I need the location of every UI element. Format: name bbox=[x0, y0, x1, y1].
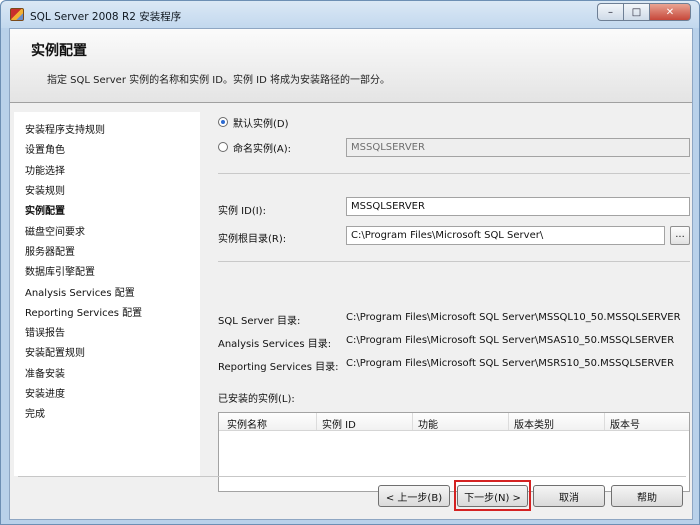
instance-root-input[interactable]: C:\Program Files\Microsoft SQL Server\ bbox=[346, 226, 665, 245]
column-edition[interactable]: 版本类别 bbox=[514, 416, 554, 431]
named-instance-input[interactable]: MSSQLSERVER bbox=[346, 138, 690, 157]
nav-step-complete[interactable]: 完成 bbox=[25, 405, 45, 420]
column-divider bbox=[412, 413, 413, 430]
nav-step-server-configuration[interactable]: 服务器配置 bbox=[25, 243, 75, 258]
sql-server-dir-label: SQL Server 目录: bbox=[218, 316, 301, 327]
browse-button[interactable]: ... bbox=[670, 226, 690, 245]
nav-step-feature-selection[interactable]: 功能选择 bbox=[25, 162, 65, 177]
page-description: 指定 SQL Server 实例的名称和实例 ID。实例 ID 将成为安装路径的… bbox=[47, 75, 390, 86]
named-instance-label: 命名实例(A): bbox=[233, 144, 292, 155]
separator bbox=[218, 261, 690, 262]
nav-step-reporting-services[interactable]: Reporting Services 配置 bbox=[25, 304, 142, 319]
analysis-services-dir-value: C:\Program Files\Microsoft SQL Server\MS… bbox=[346, 335, 675, 346]
back-button[interactable]: < 上一步(B) bbox=[378, 485, 450, 507]
page-header: 实例配置 指定 SQL Server 实例的名称和实例 ID。实例 ID 将成为… bbox=[10, 29, 692, 103]
reporting-services-dir-label: Reporting Services 目录: bbox=[218, 362, 339, 373]
nav-step-installation-rules[interactable]: 安装规则 bbox=[25, 182, 65, 197]
page-title: 实例配置 bbox=[31, 43, 87, 59]
cancel-button[interactable]: 取消 bbox=[533, 485, 605, 507]
table-header: 实例名称 实例 ID 功能 版本类别 版本号 bbox=[219, 413, 689, 431]
nav-step-setup-role[interactable]: 设置角色 bbox=[25, 141, 65, 156]
default-instance-label: 默认实例(D) bbox=[233, 119, 289, 130]
nav-step-error-reporting[interactable]: 错误报告 bbox=[25, 324, 65, 339]
installed-instances-label: 已安装的实例(L): bbox=[218, 394, 295, 405]
column-instance-name[interactable]: 实例名称 bbox=[227, 416, 267, 431]
column-version[interactable]: 版本号 bbox=[610, 416, 640, 431]
sql-server-app-icon bbox=[10, 8, 24, 21]
step-navigation: 安装程序支持规则 设置角色 功能选择 安装规则 实例配置 磁盘空间要求 服务器配… bbox=[14, 112, 200, 476]
column-divider bbox=[508, 413, 509, 430]
column-divider bbox=[316, 413, 317, 430]
nav-step-setup-support-rules[interactable]: 安装程序支持规则 bbox=[25, 121, 105, 136]
next-button[interactable]: 下一步(N) > bbox=[457, 485, 528, 507]
instance-id-input[interactable]: MSSQLSERVER bbox=[346, 197, 690, 216]
footer-separator bbox=[18, 476, 686, 477]
nav-step-analysis-services[interactable]: Analysis Services 配置 bbox=[25, 284, 135, 299]
analysis-services-dir-label: Analysis Services 目录: bbox=[218, 339, 332, 350]
nav-step-instance-configuration[interactable]: 实例配置 bbox=[25, 202, 65, 217]
column-divider bbox=[604, 413, 605, 430]
nav-step-progress[interactable]: 安装进度 bbox=[25, 385, 65, 400]
nav-step-disk-space[interactable]: 磁盘空间要求 bbox=[25, 223, 85, 238]
nav-step-ready-to-install[interactable]: 准备安装 bbox=[25, 365, 65, 380]
named-instance-radio[interactable] bbox=[218, 142, 228, 152]
column-instance-id[interactable]: 实例 ID bbox=[322, 416, 356, 431]
close-button[interactable]: ✕ bbox=[649, 3, 691, 21]
nav-step-config-rules[interactable]: 安装配置规则 bbox=[25, 344, 85, 359]
nav-step-database-engine[interactable]: 数据库引擎配置 bbox=[25, 263, 95, 278]
maximize-button[interactable]: □ bbox=[623, 3, 649, 21]
help-button[interactable]: 帮助 bbox=[611, 485, 683, 507]
separator bbox=[218, 173, 690, 174]
default-instance-radio[interactable] bbox=[218, 117, 228, 127]
installer-window: SQL Server 2008 R2 安装程序 – □ ✕ 实例配置 指定 SQ… bbox=[0, 0, 700, 525]
instance-config-panel: 默认实例(D) 命名实例(A): MSSQLSERVER 实例 ID(I): M… bbox=[202, 106, 690, 492]
instance-id-label: 实例 ID(I): bbox=[218, 206, 266, 217]
instance-root-label: 实例根目录(R): bbox=[218, 234, 287, 245]
window-title: SQL Server 2008 R2 安装程序 bbox=[30, 11, 182, 23]
minimize-button[interactable]: – bbox=[597, 3, 623, 21]
column-features[interactable]: 功能 bbox=[418, 416, 438, 431]
reporting-services-dir-value: C:\Program Files\Microsoft SQL Server\MS… bbox=[346, 358, 675, 369]
sql-server-dir-value: C:\Program Files\Microsoft SQL Server\MS… bbox=[346, 312, 681, 323]
window-controls: – □ ✕ bbox=[597, 3, 691, 21]
title-bar[interactable]: SQL Server 2008 R2 安装程序 – □ ✕ bbox=[1, 1, 699, 28]
dialog-client-area: 实例配置 指定 SQL Server 实例的名称和实例 ID。实例 ID 将成为… bbox=[9, 28, 693, 520]
